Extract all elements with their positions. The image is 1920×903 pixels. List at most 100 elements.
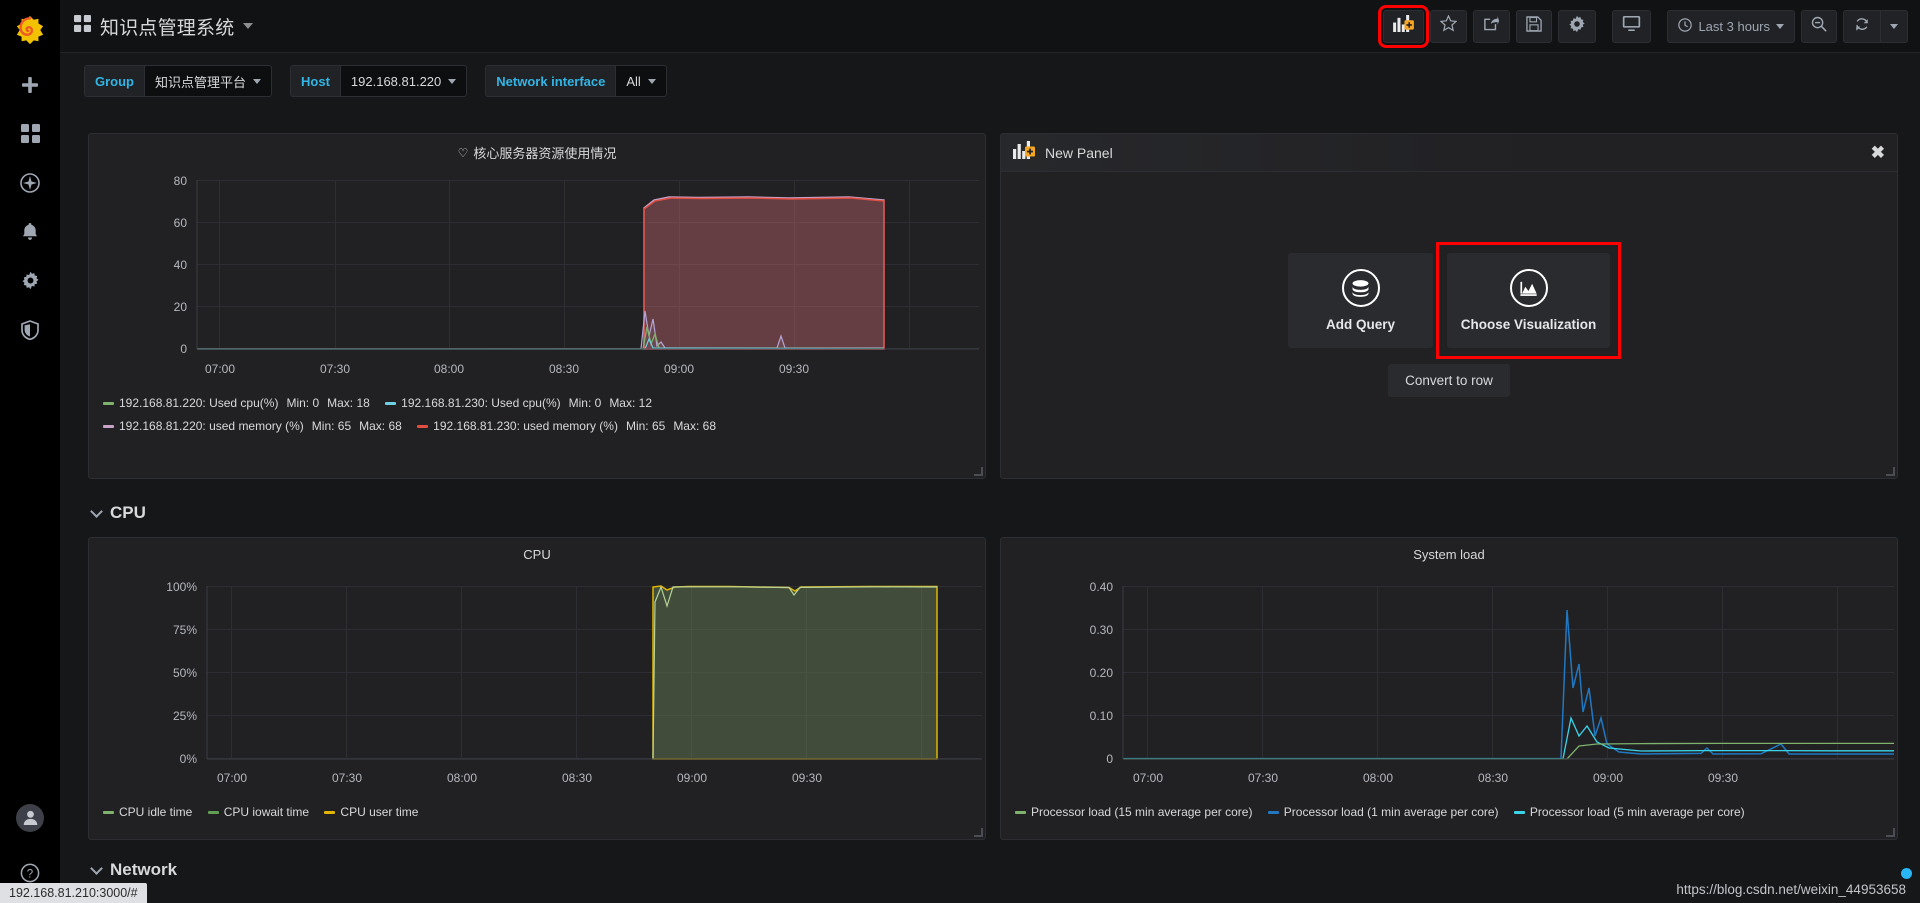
legend-swatch — [103, 811, 114, 814]
legend-item[interactable]: 192.168.81.220: Used cpu(%) Min: 0 Max: … — [103, 394, 370, 413]
tv-mode-icon — [1622, 15, 1641, 37]
tv-mode-button[interactable] — [1612, 9, 1652, 43]
sidebar-item-alerting[interactable] — [0, 207, 60, 256]
panel-resize-handle[interactable] — [1886, 467, 1895, 476]
legend-min: Min: 65 — [625, 419, 666, 433]
chart-svg — [196, 180, 979, 350]
share-icon — [1483, 15, 1500, 37]
sidebar-item-dashboards[interactable] — [0, 109, 60, 158]
refresh-interval-dropdown[interactable] — [1881, 11, 1907, 42]
template-variables-bar: Group 知识点管理平台 Host 192.168.81.220 Networ… — [60, 53, 1920, 109]
legend-swatch — [324, 811, 336, 814]
row-header-cpu[interactable]: CPU — [90, 503, 146, 523]
legend-max: Max: 68 — [673, 419, 716, 433]
close-icon[interactable]: ✖ — [1871, 144, 1885, 161]
panel-resize-handle[interactable] — [1886, 828, 1895, 837]
y-axis-tick: 20 — [173, 300, 187, 314]
page-title: 知识点管理系统 — [100, 17, 235, 39]
new-panel-title: New Panel — [1045, 144, 1113, 161]
legend-item[interactable]: Processor load (5 min average per core) — [1513, 803, 1745, 822]
add-query-label: Add Query — [1325, 317, 1395, 332]
grafana-logo-icon[interactable] — [0, 0, 60, 60]
variable-group: Group 知识点管理平台 — [84, 65, 273, 97]
panel-core-server-resource: ♡ 核心服务器资源使用情况 80 60 40 20 0 07:00 07:30 … — [88, 133, 986, 479]
sidebar: ? — [0, 0, 60, 903]
legend-max: Max: 18 — [327, 396, 370, 410]
heart-icon: ♡ — [457, 145, 469, 160]
panel-title-text: 核心服务器资源使用情况 — [473, 146, 617, 161]
legend-label: CPU idle time — [119, 805, 193, 819]
chart-plot-area[interactable]: 0.40 0.30 0.20 0.10 0 — [1001, 568, 1899, 768]
dashboards-icon — [74, 15, 91, 37]
add-query-card-wrapper: Add Query — [1288, 253, 1433, 348]
chart-plot-area[interactable]: 100% 75% 50% 25% 0% — [89, 568, 987, 768]
legend-min: Min: 0 — [568, 396, 602, 410]
sidebar-item-explore[interactable] — [0, 158, 60, 207]
dashboard-title-picker[interactable]: 知识点管理系统 — [74, 13, 254, 40]
row-header-network[interactable]: Network — [90, 860, 177, 880]
chart-legend: Processor load (15 min average per core)… — [1001, 801, 1897, 822]
legend-label: CPU user time — [340, 805, 419, 819]
y-axis-tick: 25% — [172, 709, 197, 723]
add-query-button[interactable]: Add Query — [1288, 253, 1433, 348]
panel-title[interactable]: ♡ 核心服务器资源使用情况 — [89, 134, 985, 162]
sidebar-item-server-admin[interactable] — [0, 305, 60, 354]
zoom-out-time-button[interactable] — [1801, 9, 1837, 43]
x-axis-tick: 07:30 — [1247, 771, 1279, 785]
panel-title[interactable]: CPU — [89, 538, 985, 562]
legend-item[interactable]: CPU idle time — [103, 803, 192, 822]
x-axis-tick: 08:00 — [1362, 771, 1394, 785]
legend-label: 192.168.81.230: Used cpu(%) — [401, 396, 561, 410]
x-axis-tick: 08:00 — [433, 362, 465, 376]
star-dashboard-button[interactable] — [1430, 9, 1468, 43]
toolbar-actions: Last 3 hours — [1378, 4, 1908, 48]
convert-to-row-button[interactable]: Convert to row — [1388, 364, 1510, 397]
save-dashboard-button[interactable] — [1516, 9, 1553, 43]
legend-item[interactable]: Processor load (15 min average per core) — [1015, 803, 1252, 822]
legend-item[interactable]: 192.168.81.230: used memory (%) Min: 65 … — [417, 417, 716, 436]
svg-text:?: ? — [27, 868, 33, 880]
panel-title[interactable]: System load — [1001, 538, 1897, 562]
y-axis-tick: 80 — [173, 174, 187, 188]
refresh-button[interactable] — [1844, 11, 1880, 42]
panel-cpu: CPU 100% 75% 50% 25% 0% 07:00 07:30 08:0… — [88, 537, 986, 840]
x-axis-tick: 09:00 — [676, 771, 708, 785]
add-panel-button[interactable] — [1378, 4, 1430, 48]
x-axis-tick: 07:30 — [331, 771, 363, 785]
sidebar-item-user-avatar[interactable] — [0, 793, 60, 842]
legend-item[interactable]: CPU iowait time — [207, 803, 309, 822]
refresh-icon — [1854, 17, 1870, 36]
choose-visualization-button[interactable]: Choose Visualization — [1447, 253, 1610, 348]
chevron-down-icon — [448, 78, 457, 84]
x-axis: 07:00 07:30 08:00 08:30 09:00 09:30 — [1001, 771, 1899, 793]
legend-item[interactable]: Processor load (1 min average per core) — [1267, 803, 1499, 822]
chart-svg — [1122, 586, 1894, 760]
zoom-out-icon — [1811, 16, 1827, 37]
x-axis-tick: 09:00 — [1592, 771, 1624, 785]
sidebar-item-create[interactable] — [0, 60, 60, 109]
variable-label-network-interface: Network interface — [485, 65, 616, 97]
legend-item[interactable]: 192.168.81.220: used memory (%) Min: 65 … — [103, 417, 402, 436]
variable-value-network-interface[interactable]: All — [615, 65, 667, 97]
legend-item[interactable]: 192.168.81.230: Used cpu(%) Min: 0 Max: … — [385, 394, 652, 413]
legend-item[interactable]: CPU user time — [324, 803, 418, 822]
dashboard-settings-button[interactable] — [1558, 9, 1597, 43]
variable-value-host[interactable]: 192.168.81.220 — [339, 65, 468, 97]
x-axis-tick: 07:00 — [216, 771, 248, 785]
y-axis-tick: 40 — [173, 258, 187, 272]
variable-value-group[interactable]: 知识点管理平台 — [144, 65, 273, 97]
share-dashboard-button[interactable] — [1473, 9, 1511, 43]
avatar — [16, 803, 44, 832]
panel-resize-handle[interactable] — [974, 828, 983, 837]
chart-plot-area[interactable]: 80 60 40 20 0 — [89, 164, 987, 359]
chevron-down-icon — [243, 23, 254, 29]
database-icon — [1341, 269, 1380, 307]
legend-swatch — [103, 425, 114, 428]
sidebar-item-configuration[interactable] — [0, 256, 60, 305]
refresh-group — [1843, 9, 1908, 43]
panel-resize-handle[interactable] — [974, 467, 983, 476]
panel-system-load: System load 0.40 0.30 0.20 0.10 0 07:00 … — [1000, 537, 1898, 840]
star-icon — [1439, 14, 1458, 37]
clock-icon — [1678, 17, 1693, 35]
time-range-picker[interactable]: Last 3 hours — [1668, 11, 1794, 42]
